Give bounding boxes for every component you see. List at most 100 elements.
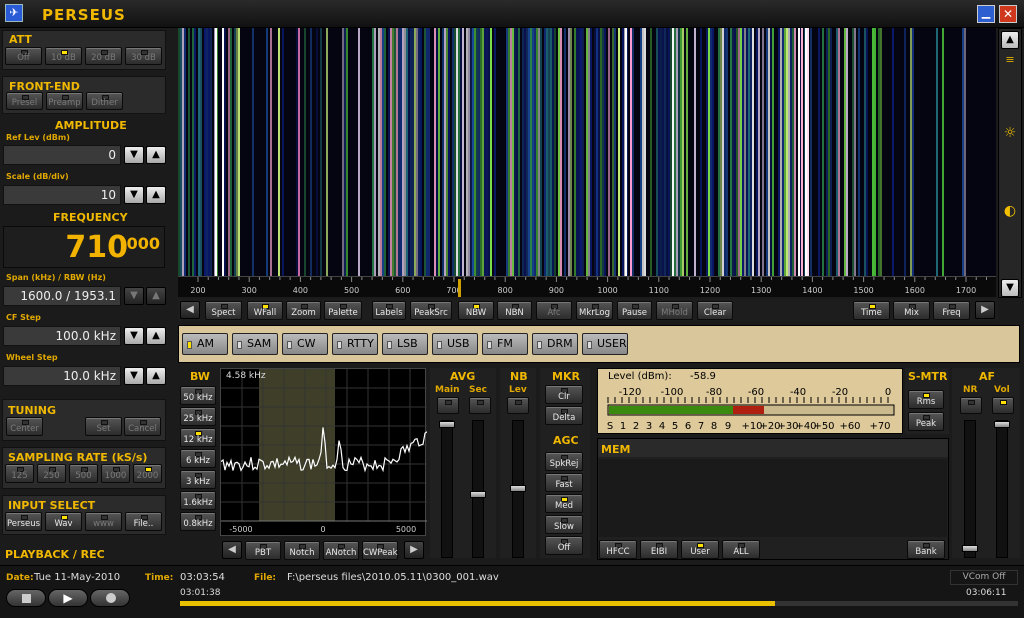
- mem-list[interactable]: [599, 459, 947, 537]
- close-button[interactable]: ✕: [999, 5, 1017, 23]
- input-file-button[interactable]: File..: [125, 512, 162, 531]
- nr-knob[interactable]: [962, 545, 978, 552]
- avg-sec-knob[interactable]: [470, 491, 486, 498]
- sampling-125-button[interactable]: 125: [5, 464, 34, 483]
- mkr-clr-button[interactable]: Clr: [545, 385, 583, 404]
- mem-bank-button[interactable]: Bank: [907, 540, 945, 559]
- toolbar-mix-button[interactable]: Mix: [893, 301, 930, 320]
- mode-rtty-button[interactable]: RTTY: [332, 333, 378, 355]
- cf-step-down-button[interactable]: ▼: [124, 327, 144, 345]
- sampling-500-button[interactable]: 500: [69, 464, 98, 483]
- bw-50-khz-button[interactable]: 50 kHz: [180, 386, 216, 405]
- play-button[interactable]: ▶: [48, 589, 88, 607]
- avg-main-slider[interactable]: [439, 420, 455, 558]
- nb-toggle[interactable]: [507, 397, 529, 414]
- agc-fast-button[interactable]: Fast: [545, 473, 583, 492]
- mode-am-button[interactable]: AM: [182, 333, 228, 355]
- frontend-dither-button[interactable]: Dither: [86, 92, 123, 110]
- toolbar-freq-button[interactable]: Freq: [933, 301, 970, 320]
- mode-usb-button[interactable]: USB: [432, 333, 478, 355]
- scale-field[interactable]: 10: [3, 185, 121, 205]
- wheel-step-field[interactable]: 10.0 kHz: [3, 366, 121, 386]
- mode-fm-button[interactable]: FM: [482, 333, 528, 355]
- input-perseus-button[interactable]: Perseus: [5, 512, 42, 531]
- mode-sam-button[interactable]: SAM: [232, 333, 278, 355]
- stop-button[interactable]: [6, 589, 46, 607]
- smtr-rms-button[interactable]: Rms: [908, 390, 944, 409]
- avg-sec-slider[interactable]: [470, 420, 486, 558]
- sampling-250-button[interactable]: 250: [37, 464, 66, 483]
- toolbar-mhold-button[interactable]: MHold: [656, 301, 693, 320]
- wheel-step-down-button[interactable]: ▼: [124, 367, 144, 385]
- volume-slider[interactable]: [994, 420, 1010, 558]
- input-www-button[interactable]: www: [85, 512, 122, 531]
- att-30-db-button[interactable]: 30 dB: [125, 47, 162, 65]
- frontend-presel-button[interactable]: Presel: [6, 92, 43, 110]
- avg-main-knob[interactable]: [439, 421, 455, 428]
- frontend-preamp-button[interactable]: Preamp: [46, 92, 83, 110]
- toolbar-spect-button[interactable]: Spect: [205, 301, 242, 320]
- toolbar-peaksrc-button[interactable]: PeakSrc: [410, 301, 452, 320]
- scale-up-button[interactable]: ▲: [146, 186, 166, 204]
- span-field[interactable]: 1600.0 / 1953.1: [3, 286, 121, 306]
- agc-slow-button[interactable]: Slow: [545, 515, 583, 534]
- agc-med-button[interactable]: Med: [545, 494, 583, 513]
- volume-knob[interactable]: [994, 421, 1010, 428]
- filter-anotch-button[interactable]: ANotch: [323, 541, 359, 560]
- mode-lsb-button[interactable]: LSB: [382, 333, 428, 355]
- filter-right-arrow[interactable]: ▶: [404, 541, 424, 559]
- agc-spkrej-button[interactable]: SpkRej: [545, 452, 583, 471]
- toolbar-nbn-button[interactable]: NBN: [497, 301, 532, 320]
- bw-25-khz-button[interactable]: 25 kHz: [180, 407, 216, 426]
- scroll-down-button[interactable]: ▼: [1001, 279, 1019, 297]
- nb-lev-slider[interactable]: [510, 420, 526, 558]
- nb-lev-knob[interactable]: [510, 485, 526, 492]
- wheel-step-up-button[interactable]: ▲: [146, 367, 166, 385]
- toolbar-time-button[interactable]: Time: [853, 301, 890, 320]
- ref-lev-field[interactable]: 0: [3, 145, 121, 165]
- tuning-cancel-button[interactable]: Cancel: [124, 417, 161, 436]
- vol-toggle[interactable]: [992, 397, 1014, 414]
- toolbar-afc-button[interactable]: Afc: [536, 301, 572, 320]
- bw-6-khz-button[interactable]: 6 kHz: [180, 449, 216, 468]
- mem-eibi-button[interactable]: EIBI: [640, 540, 678, 559]
- tuning-center-button[interactable]: Center: [6, 417, 43, 436]
- toolbar-zoom-button[interactable]: Zoom: [286, 301, 321, 320]
- smtr-peak-button[interactable]: Peak: [908, 412, 944, 431]
- scale-down-button[interactable]: ▼: [124, 186, 144, 204]
- bw-3-khz-button[interactable]: 3 kHz: [180, 470, 216, 489]
- toolbar-pause-button[interactable]: Pause: [617, 301, 652, 320]
- waterfall-display[interactable]: [178, 28, 996, 276]
- span-up-button[interactable]: ▲: [146, 287, 166, 305]
- att-off-button[interactable]: Off: [5, 47, 42, 65]
- toolbar-clear-button[interactable]: Clear: [697, 301, 733, 320]
- nr-toggle[interactable]: [960, 397, 982, 414]
- mem-user-button[interactable]: User: [681, 540, 719, 559]
- sampling-1000-button[interactable]: 1000: [101, 464, 130, 483]
- tuning-set-button[interactable]: Set: [85, 417, 122, 436]
- span-down-button[interactable]: ▼: [124, 287, 144, 305]
- contrast-slider-icon[interactable]: ≡: [1002, 53, 1018, 67]
- sampling-2000-button[interactable]: 2000: [133, 464, 162, 483]
- frequency-display[interactable]: 710 000: [3, 226, 165, 268]
- filter-pbt-button[interactable]: PBT: [245, 541, 281, 560]
- toolbar-mkrlog-button[interactable]: MkrLog: [576, 301, 613, 320]
- bw-1-6khz-button[interactable]: 1.6kHz: [180, 491, 216, 510]
- mode-cw-button[interactable]: CW: [282, 333, 328, 355]
- filter-left-arrow[interactable]: ◀: [222, 541, 242, 559]
- toolbar-labels-button[interactable]: Labels: [372, 301, 406, 320]
- att-10-db-button[interactable]: 10 dB: [45, 47, 82, 65]
- mem-hfcc-button[interactable]: HFCC: [599, 540, 637, 559]
- input-wav-button[interactable]: Wav: [45, 512, 82, 531]
- mem-all-button[interactable]: ALL: [722, 540, 760, 559]
- playback-progress[interactable]: [180, 601, 1018, 606]
- mkr-delta-button[interactable]: Delta: [545, 406, 583, 425]
- filter-cwpeak-button[interactable]: CWPeak: [362, 541, 398, 560]
- toolbar-nbw-button[interactable]: NBW: [458, 301, 494, 320]
- scroll-up-button[interactable]: ▲: [1001, 31, 1019, 49]
- toolbar-palette-button[interactable]: Palette: [324, 301, 362, 320]
- toolbar-left-arrow[interactable]: ◀: [180, 301, 200, 319]
- cf-step-field[interactable]: 100.0 kHz: [3, 326, 121, 346]
- mode-drm-button[interactable]: DRM: [532, 333, 578, 355]
- nr-slider[interactable]: [962, 420, 978, 558]
